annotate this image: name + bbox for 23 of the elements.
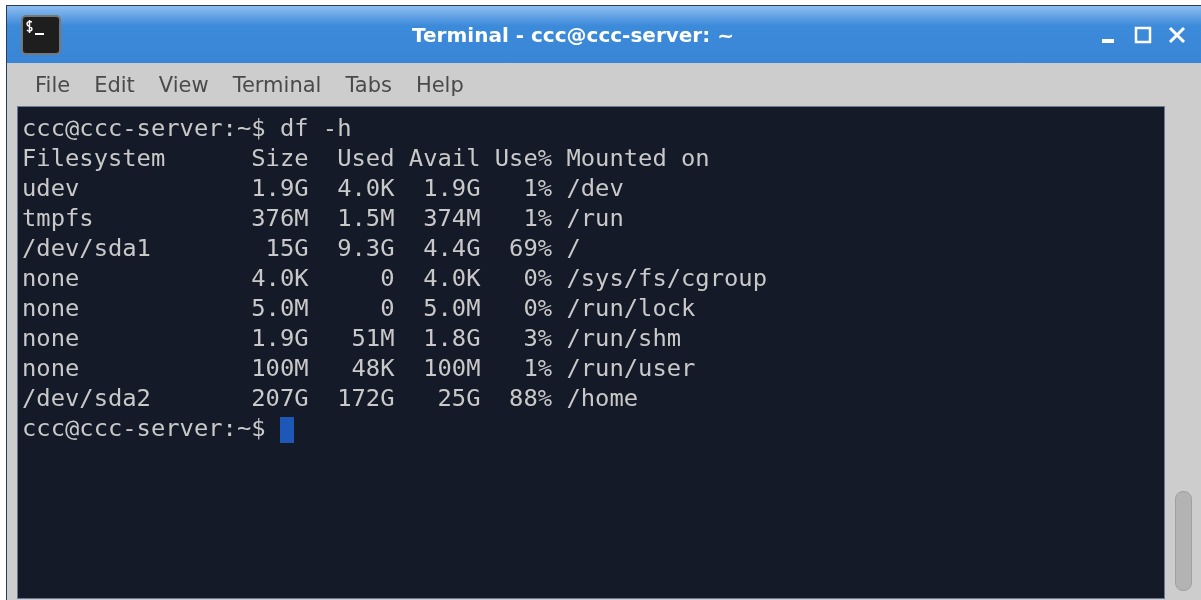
terminal-line: ccc@ccc-server:~$ df -h (22, 113, 353, 143)
terminal-line: Filesystem Size Used Avail Use% Mounted on (22, 143, 711, 173)
menu-item[interactable]: Edit (84, 72, 149, 97)
menu-item[interactable]: Help (405, 72, 478, 97)
window-title: Terminal - ccc@ccc-server: ~ (411, 22, 735, 47)
menu-item[interactable]: File (25, 72, 85, 97)
menu-item[interactable]: View (148, 72, 223, 97)
scrollbar-thumb[interactable] (1174, 491, 1192, 591)
terminal-line: none 1.9G 51M 1.8G 3% /run/shm (22, 323, 683, 353)
terminal-prompt: ccc@ccc-server:~$ (22, 414, 267, 442)
menu-item[interactable]: Terminal (222, 72, 336, 97)
terminal-line: /dev/sda2 207G 172G 25G 88% /home (22, 383, 640, 413)
terminal-line: none 5.0M 0 5.0M 0% /run/lock (22, 293, 697, 323)
terminal-icon (21, 14, 61, 55)
menu-item[interactable]: Tabs (335, 72, 406, 97)
terminal-line: none 4.0K 0 4.0K 0% /sys/fs/cgroup (22, 263, 768, 293)
close-button[interactable] (1167, 24, 1187, 45)
terminal-line: /dev/sda1 15G 9.3G 4.4G 69% / (22, 233, 582, 263)
maximize-button[interactable] (1133, 24, 1153, 45)
terminal-line: none 100M 48K 100M 1% /run/user (22, 353, 697, 383)
terminal-output[interactable] (17, 106, 1165, 599)
terminal-line: tmpfs 376M 1.5M 374M 1% /run (22, 203, 625, 233)
terminal-line: udev 1.9G 4.0K 1.9G 1% /dev (22, 173, 625, 203)
